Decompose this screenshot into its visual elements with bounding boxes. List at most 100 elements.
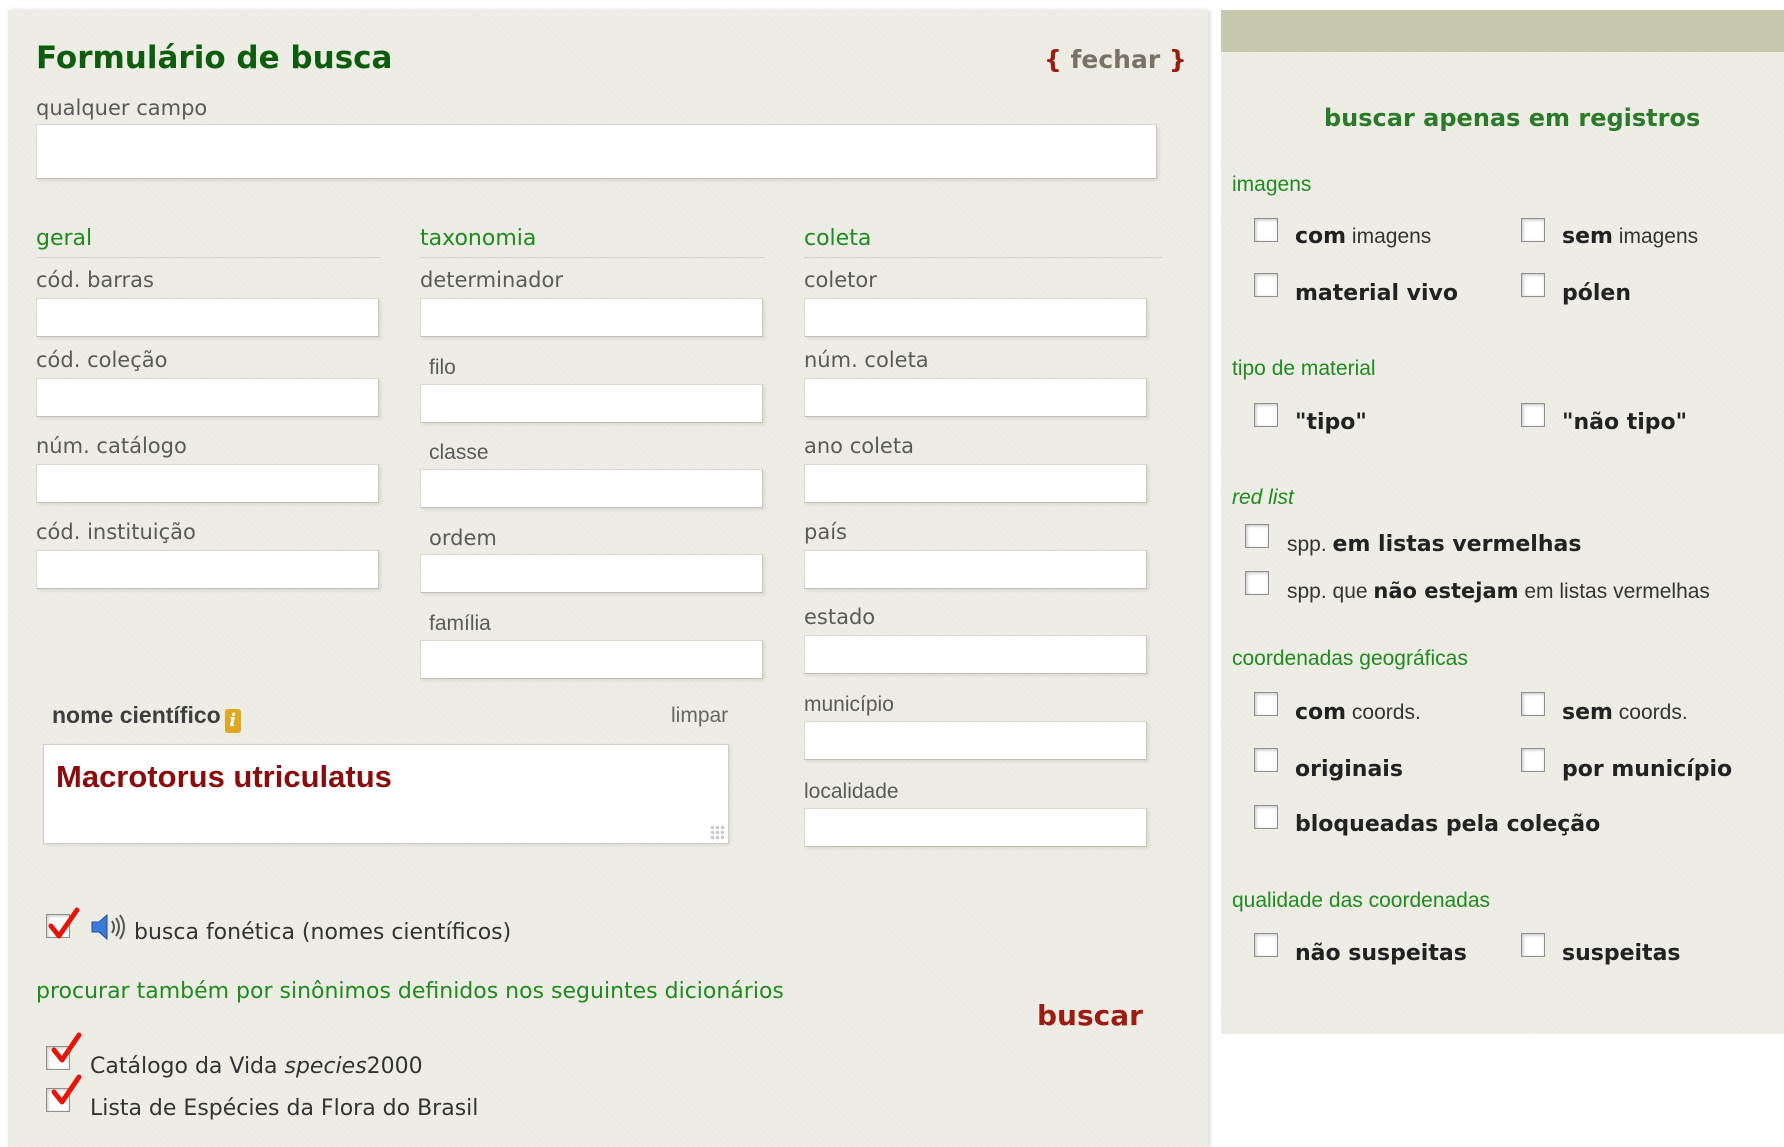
nao-tipo-label: "não tipo" <box>1562 410 1687 435</box>
nao-tipo-text: "não tipo" <box>1562 410 1688 435</box>
field-label-cod-colecao: cód. coleção <box>36 348 168 372</box>
field-label-filo: filo <box>429 356 456 379</box>
filters-topbar <box>1221 10 1784 52</box>
polen-checkbox[interactable] <box>1521 273 1545 297</box>
field-label-num-coleta: núm. coleta <box>804 348 929 372</box>
cod-barras-input[interactable] <box>36 298 379 337</box>
close-brace-open: { <box>1044 45 1062 74</box>
polen-text: pólen <box>1562 281 1631 306</box>
close-brace-close: } <box>1168 45 1187 74</box>
nao-suspeitas-checkbox[interactable] <box>1254 933 1278 957</box>
section-coordenadas: coordenadas geográficas <box>1232 647 1468 670</box>
sem-coords-bold: sem <box>1562 700 1613 725</box>
cod-colecao-input[interactable] <box>36 378 379 417</box>
synonyms-label: procurar também por sinônimos definidos … <box>36 979 784 1004</box>
checkmark-icon <box>48 907 80 939</box>
speaker-icon <box>91 913 125 941</box>
originais-text: originais <box>1295 757 1403 782</box>
por-municipio-label: por município <box>1562 757 1732 782</box>
estado-input[interactable] <box>804 635 1147 674</box>
bloqueadas-checkbox[interactable] <box>1254 805 1278 829</box>
originais-checkbox[interactable] <box>1254 748 1278 772</box>
municipio-input[interactable] <box>804 721 1147 760</box>
info-icon[interactable]: i <box>224 709 241 733</box>
section-qualidade: qualidade das coordenadas <box>1232 889 1491 912</box>
nao-suspeitas-text: não suspeitas <box>1295 941 1467 966</box>
nao-tipo-checkbox[interactable] <box>1521 403 1545 427</box>
originais-label: originais <box>1295 757 1403 782</box>
any-field-input[interactable] <box>36 124 1157 179</box>
suspeitas-label: suspeitas <box>1562 941 1681 966</box>
por-municipio-checkbox[interactable] <box>1521 748 1545 772</box>
com-imagens-bold: com <box>1295 224 1347 249</box>
com-imagens-checkbox[interactable] <box>1254 218 1278 242</box>
material-vivo-checkbox[interactable] <box>1254 273 1278 297</box>
field-label-num-catalogo: núm. catálogo <box>36 434 187 458</box>
filters-title: buscar apenas em registros <box>1324 104 1701 132</box>
suspeitas-text: suspeitas <box>1562 941 1681 966</box>
filo-input[interactable] <box>420 384 763 423</box>
sem-imagens-rest: imagens <box>1612 225 1699 248</box>
com-imagens-label: com imagens <box>1295 224 1431 249</box>
ano-coleta-input[interactable] <box>804 464 1147 503</box>
filters-panel <box>1221 10 1784 1034</box>
form-title: Formulário de busca <box>36 40 393 76</box>
suspeitas-checkbox[interactable] <box>1521 933 1545 957</box>
nao-suspeitas-label: não suspeitas <box>1295 941 1467 966</box>
scientific-name-label: nome científico i <box>52 702 241 733</box>
redlist-in-checkbox[interactable] <box>1245 524 1269 548</box>
localidade-input[interactable] <box>804 808 1147 847</box>
field-label-ordem: ordem <box>429 526 497 550</box>
material-vivo-text: material vivo <box>1295 281 1458 306</box>
scientific-name-label-text: nome científico <box>52 702 221 728</box>
search-button[interactable]: buscar <box>1037 999 1143 1032</box>
sem-coords-checkbox[interactable] <box>1521 692 1545 716</box>
determinador-input[interactable] <box>420 298 763 337</box>
dict-col-suffix: 2000 <box>366 1054 423 1079</box>
bloqueadas-label: bloqueadas pela coleção <box>1295 812 1600 837</box>
divider <box>36 257 381 258</box>
any-field-label: qualquer campo <box>36 96 208 120</box>
divider <box>420 257 765 258</box>
coletor-input[interactable] <box>804 298 1147 337</box>
sem-coords-label: sem coords. <box>1562 700 1688 725</box>
ordem-input[interactable] <box>420 554 763 593</box>
section-imagens: imagens <box>1232 173 1312 196</box>
cod-instituicao-input[interactable] <box>36 550 379 589</box>
column-header-geral: geral <box>36 226 93 251</box>
redlist-out-label: spp. que não estejam em listas vermelhas <box>1287 579 1710 604</box>
redlist-in-bold: em listas vermelhas <box>1332 532 1582 557</box>
scientific-name-textarea[interactable]: Macrotorus utriculatus <box>43 744 729 844</box>
section-red-list: red list <box>1232 486 1294 509</box>
resize-grip-icon[interactable] <box>710 825 726 841</box>
classe-input[interactable] <box>420 469 763 508</box>
redlist-out-suffix: em listas vermelhas <box>1518 580 1710 603</box>
redlist-in-label: spp. em listas vermelhas <box>1287 532 1581 557</box>
com-coords-checkbox[interactable] <box>1254 692 1278 716</box>
por-municipio-text: por município <box>1562 757 1733 782</box>
clear-link[interactable]: limpar <box>671 704 728 728</box>
sem-imagens-bold: sem <box>1562 224 1613 249</box>
field-label-municipio: município <box>804 693 894 716</box>
dict-col-label: Catálogo da Vida species2000 <box>90 1054 423 1079</box>
close-link[interactable]: { fechar } <box>1044 45 1187 74</box>
redlist-out-checkbox[interactable] <box>1245 571 1269 595</box>
phonetic-label: busca fonética (nomes científicos) <box>134 920 512 945</box>
num-catalogo-input[interactable] <box>36 464 379 503</box>
field-label-familia: família <box>429 612 491 635</box>
pais-input[interactable] <box>804 550 1147 589</box>
com-coords-bold: com <box>1295 700 1347 725</box>
sem-imagens-checkbox[interactable] <box>1521 218 1545 242</box>
sem-imagens-label: sem imagens <box>1562 224 1698 249</box>
com-coords-label: com coords. <box>1295 700 1421 725</box>
redlist-out-bold: não estejam <box>1373 579 1519 603</box>
column-header-coleta: coleta <box>804 226 872 251</box>
tipo-checkbox[interactable] <box>1254 403 1278 427</box>
familia-input[interactable] <box>420 640 763 679</box>
tipo-text: "tipo" <box>1295 410 1367 435</box>
num-coleta-input[interactable] <box>804 378 1147 417</box>
polen-label: pólen <box>1562 281 1631 306</box>
checkmark-icon <box>51 1032 82 1063</box>
field-label-determinador: determinador <box>420 268 563 292</box>
dict-col-prefix: Catálogo da Vida <box>90 1054 285 1079</box>
